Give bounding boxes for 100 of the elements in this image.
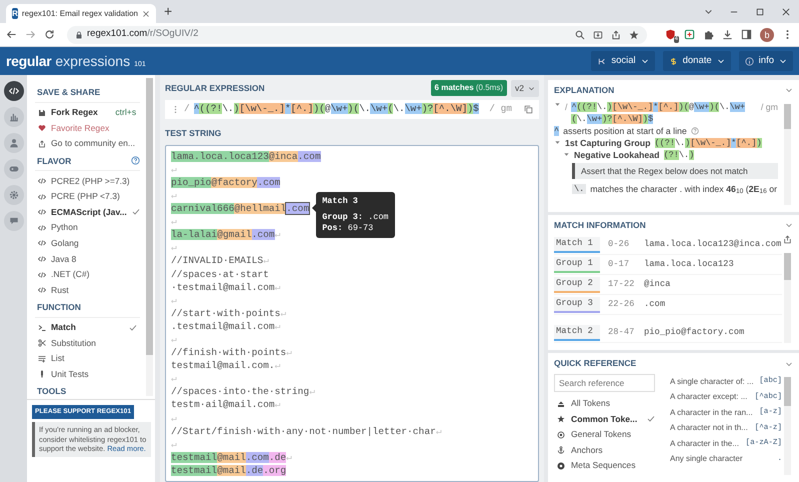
header-menu-button[interactable]: info: [738, 51, 793, 71]
sidebar-item[interactable]: PCRE (PHP <7.3): [35, 188, 140, 204]
sidebar-item[interactable]: Golang: [35, 236, 140, 252]
save-icon: [38, 108, 46, 117]
profile-avatar[interactable]: b: [760, 28, 774, 42]
check-icon: [132, 208, 140, 216]
logo-text: regular: [6, 52, 52, 71]
reference-category[interactable]: Anchors: [554, 442, 656, 458]
share-icon: [38, 140, 46, 148]
scrollbar[interactable]: [146, 78, 153, 396]
reference-category[interactable]: All Tokens: [554, 396, 656, 412]
download-icon[interactable]: [722, 29, 733, 40]
sidebar-item[interactable]: .NET (C#): [35, 266, 140, 282]
regex-field[interactable]: / ^((?!\.)[\w\-_.]*[^.])(@\w+)(\.\w+(\.\w+)?[^.\W])$ / gm: [165, 100, 539, 119]
version-dropdown[interactable]: v2: [511, 80, 539, 97]
reference-description[interactable]: A character in the ran...: [670, 406, 753, 419]
export-button[interactable]: [783, 235, 792, 246]
scrollbar[interactable]: [784, 252, 791, 344]
reference-description[interactable]: A single character of: ...: [670, 376, 754, 388]
target-icon: [557, 430, 565, 439]
help-icon[interactable]: [690, 126, 699, 135]
expand-icon[interactable]: [554, 139, 561, 146]
back-icon[interactable]: [6, 29, 17, 40]
text-line: testm·ail@mail.com↵: [171, 398, 280, 412]
reference-category[interactable]: Meta Sequences: [554, 458, 656, 474]
collapse-icon[interactable]: [785, 221, 793, 230]
reference-category[interactable]: Common Toke...: [554, 412, 656, 428]
search-field[interactable]: Search reference: [554, 374, 656, 392]
scrollbar[interactable]: [784, 377, 791, 475]
sidebar-item[interactable]: Python: [35, 220, 140, 236]
section-title: EXPLANATION: [554, 84, 614, 97]
new-tab-button[interactable]: +: [164, 4, 172, 18]
copy-icon[interactable]: [524, 104, 533, 114]
reference-category[interactable]: General Tokens: [554, 427, 656, 443]
sidebar-nav-button[interactable]: [4, 81, 24, 101]
address-bar[interactable]: regex101.com/r/SOgUIV/2: [67, 26, 647, 44]
reference-description[interactable]: Any single character: [670, 453, 742, 466]
collapse-icon[interactable]: [785, 360, 793, 368]
text-line: //start·with·points↵: [171, 306, 286, 320]
sidebar-item[interactable]: Match: [35, 320, 140, 336]
section-title: SAVE & SHARE: [37, 86, 100, 99]
check-icon: [129, 324, 138, 332]
expand-icon[interactable]: [563, 151, 570, 158]
share-icon[interactable]: [611, 30, 621, 40]
sidebar-item[interactable]: Java 8: [35, 251, 140, 267]
header-menu-button[interactable]: donate: [662, 51, 731, 71]
extension-icon[interactable]: [684, 29, 695, 40]
settings-icon: [8, 190, 18, 200]
maximize-icon[interactable]: [755, 6, 765, 16]
url-host: regex101.com: [87, 27, 148, 42]
sidebar-item[interactable]: Unit Tests: [35, 366, 140, 382]
browser-tab[interactable]: R regex101: Email regex validation: [6, 4, 156, 23]
match-range: 0-26: [607, 238, 630, 252]
match-label: Group 1: [554, 257, 600, 273]
code-icon: [8, 86, 18, 96]
sidebar-item[interactable]: Substitution: [35, 335, 140, 351]
section-title: MATCH INFORMATION: [554, 218, 646, 232]
sidebar-item[interactable]: PCRE2 (PHP >=7.3): [35, 173, 140, 189]
user-icon: [8, 138, 18, 148]
donate-icon: [668, 56, 678, 66]
text-line: carnival666@hellmail.com: [171, 202, 310, 216]
close-icon[interactable]: [142, 10, 150, 18]
stack-icon: [557, 400, 565, 408]
reference-description[interactable]: A character in the...: [670, 438, 739, 450]
site-icon: R: [12, 8, 18, 19]
extension-icon[interactable]: [665, 29, 676, 40]
sidebar-item[interactable]: Rust: [35, 282, 140, 298]
side-panel-icon[interactable]: [741, 29, 752, 40]
shortcut-label: ctrl+s: [115, 106, 138, 119]
text-line: //spaces·into·the·string↵: [171, 385, 315, 398]
expand-icon[interactable]: [554, 100, 561, 108]
sidebar-item[interactable]: List: [35, 350, 140, 367]
match-value: lama.loca.loca123: [643, 258, 734, 272]
explanation-text: matches the character . with index 46$_{10}$ (2E$_{16}$ or: [590, 182, 778, 195]
code-icon: [38, 270, 46, 279]
reference-description[interactable]: A character not in th...: [670, 422, 748, 434]
caret-icon: [640, 57, 649, 65]
close-icon[interactable]: [781, 6, 791, 16]
install-icon[interactable]: [593, 30, 603, 40]
header-menu-button[interactable]: social: [591, 51, 655, 71]
bookmark-star-icon[interactable]: [629, 30, 639, 40]
help-icon[interactable]: [131, 156, 140, 166]
text-line: //finish·with·points↵: [171, 346, 292, 360]
reference-description[interactable]: A character except: ...: [670, 391, 748, 404]
reload-icon[interactable]: [44, 29, 55, 40]
extensions-icon[interactable]: [703, 29, 714, 40]
sidebar-item[interactable]: Fork Regex ctrl+s: [35, 104, 140, 120]
regex-token: ((?!\.)[\w\-_.]*[^.]): [654, 136, 762, 149]
sidebar-item[interactable]: ECMAScript (Jav...: [35, 204, 140, 220]
text-line: ·testmail@mail.com↵: [171, 280, 280, 294]
text-line: ↵: [171, 372, 177, 386]
test-string-field[interactable]: [165, 144, 539, 482]
sidebar-item[interactable]: Go to community en...: [35, 136, 140, 152]
search-icon[interactable]: [575, 30, 585, 40]
caret-icon: [716, 57, 725, 65]
collapse-icon[interactable]: [785, 86, 793, 94]
scrollbar[interactable]: [784, 104, 791, 205]
sidebar-item[interactable]: Favorite Regex: [35, 120, 140, 136]
check-icon: [647, 415, 656, 424]
code-icon: [38, 286, 46, 294]
